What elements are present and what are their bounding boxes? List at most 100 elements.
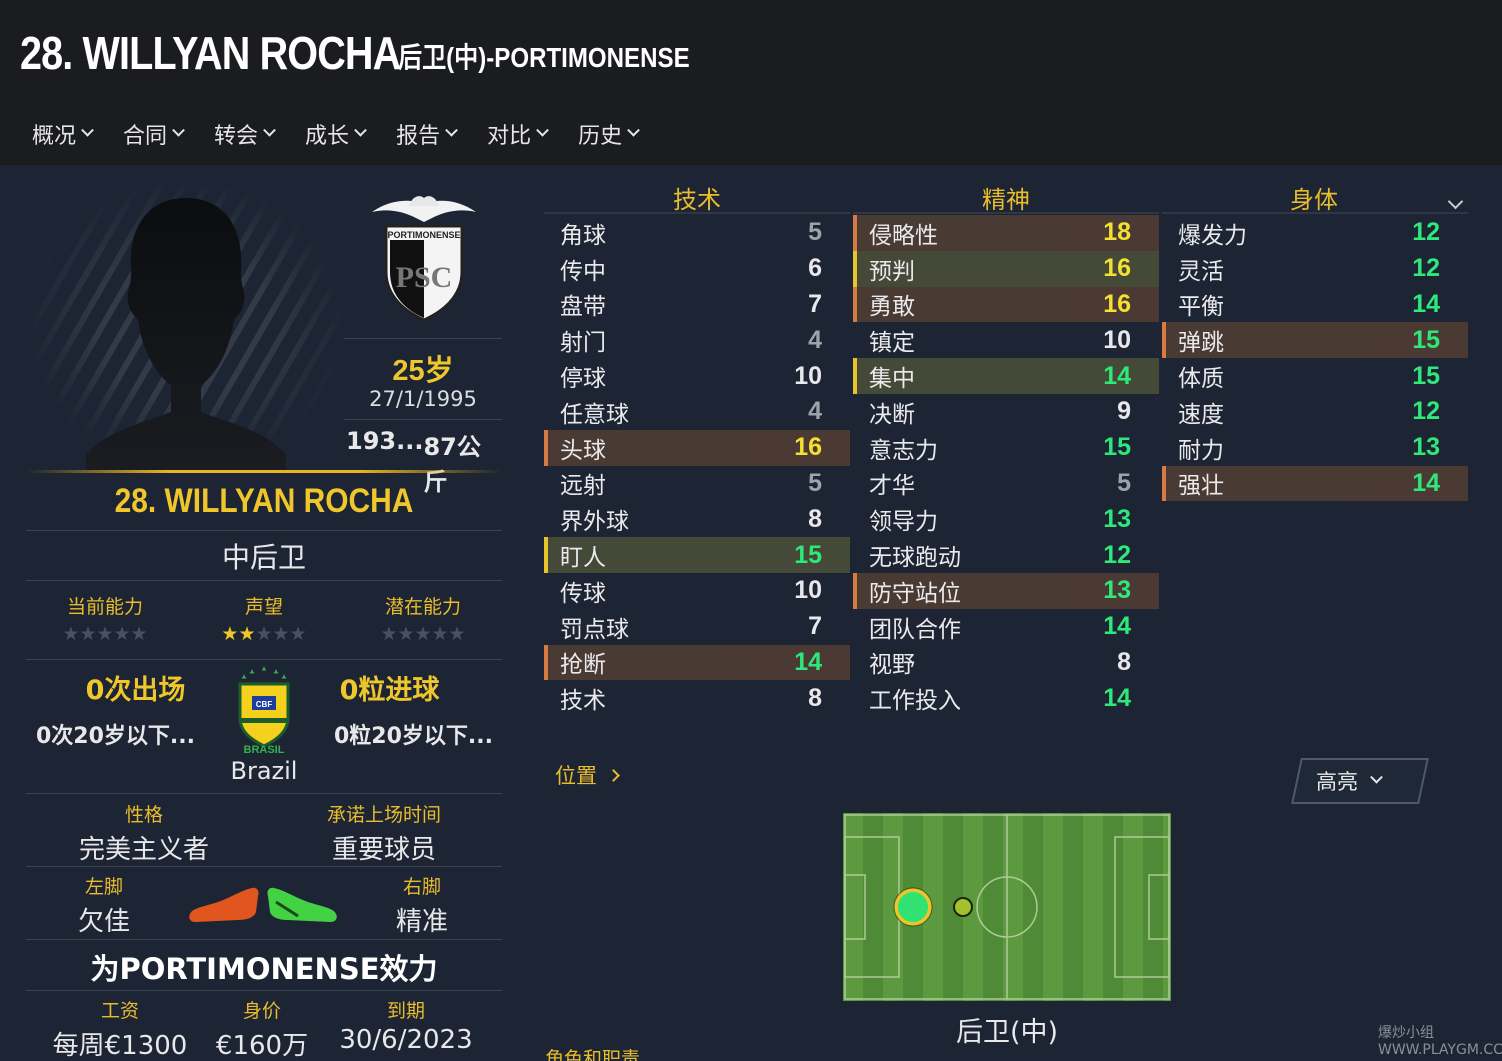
attribute-row[interactable]: 侵略性 18 xyxy=(853,215,1159,251)
header-underline xyxy=(853,212,1159,214)
nav-compare[interactable]: 对比 xyxy=(487,118,549,150)
attribute-row[interactable]: 团队合作 14 xyxy=(853,609,1159,645)
divider xyxy=(344,419,502,420)
attribute-value: 14 xyxy=(794,647,822,676)
divider xyxy=(26,793,502,794)
attribute-row[interactable]: 弹跳 15 xyxy=(1162,322,1468,359)
divider xyxy=(26,939,502,940)
attribute-row[interactable]: 体质 15 xyxy=(1162,358,1468,394)
highlight-dropdown-label[interactable]: 高亮 xyxy=(1316,766,1383,796)
nav-reports[interactable]: 报告 xyxy=(396,118,458,150)
attribute-row[interactable]: 决断 9 xyxy=(853,394,1159,430)
attribute-name: 强壮 xyxy=(1178,473,1224,500)
attribute-value: 7 xyxy=(808,612,822,641)
header-underline xyxy=(544,212,850,214)
attribute-value: 4 xyxy=(808,325,822,354)
nav-label: 对比 xyxy=(487,124,532,149)
attribute-row[interactable]: 预判 16 xyxy=(853,250,1159,287)
boots-icon xyxy=(189,887,337,922)
physical-attributes: 爆发力 12 灵活 12 平衡 14 弹跳 15 体质 15 速度 12 耐力 13 强壮 14 xyxy=(1162,215,1468,502)
attribute-row[interactable]: 任意球 4 xyxy=(544,394,850,430)
attribute-name: 弹跳 xyxy=(1178,330,1224,357)
chevron-down-icon xyxy=(172,123,185,137)
divider xyxy=(26,866,502,867)
nav-development[interactable]: 成长 xyxy=(305,118,367,150)
attribute-name: 耐力 xyxy=(1178,437,1224,464)
divider xyxy=(26,659,502,660)
attribute-name: 侵略性 xyxy=(869,222,938,249)
technical-attributes: 角球 5 传中 6 盘带 7 射门 4 停球 10 任意球 4 头球 16 远射 5 界外球 8 盯人 15 传球 10 罚… xyxy=(544,215,850,716)
attribute-row[interactable]: 无球跑动 12 xyxy=(853,537,1159,573)
right-foot-label: 右脚 xyxy=(402,876,441,898)
attribute-row[interactable]: 盯人 15 xyxy=(544,537,850,573)
position-pitch xyxy=(843,813,1171,1001)
divider xyxy=(26,530,502,531)
attribute-name: 意志力 xyxy=(869,437,938,464)
attribute-value: 13 xyxy=(1412,433,1440,462)
attribute-value: 7 xyxy=(808,289,822,318)
attribute-row[interactable]: 速度 12 xyxy=(1162,394,1468,430)
attribute-row[interactable]: 抢断 14 xyxy=(544,644,850,681)
attribute-row[interactable]: 技术 8 xyxy=(544,680,850,716)
attribute-row[interactable]: 勇敢 16 xyxy=(853,286,1159,323)
attribute-name: 盯人 xyxy=(560,545,606,572)
attribute-row[interactable]: 视野 8 xyxy=(853,645,1159,681)
player-card: PORTIMONENSE PSC 25岁 27/1/1995 193... 87… xyxy=(26,180,502,1061)
attribute-name: 平衡 xyxy=(1178,294,1224,321)
attribute-row[interactable]: 集中 14 xyxy=(853,358,1159,394)
attribute-value: 5 xyxy=(808,218,822,247)
value-value: €160万 xyxy=(215,1031,309,1061)
attribute-name: 远射 xyxy=(560,473,606,500)
chevron-down-icon xyxy=(536,123,549,137)
positions-link-label: 位置 xyxy=(555,764,597,788)
attribute-name: 爆发力 xyxy=(1178,222,1247,249)
playing-time: 承诺上场时间 重要球员 xyxy=(266,800,502,866)
attribute-row[interactable]: 灵活 12 xyxy=(1162,251,1468,287)
attribute-row[interactable]: 防守站位 13 xyxy=(853,572,1159,609)
attribute-row[interactable]: 停球 10 xyxy=(544,358,850,394)
positions-link[interactable]: 位置 xyxy=(555,760,620,790)
attribute-name: 预判 xyxy=(869,258,915,285)
left-foot-value: 欠佳 xyxy=(77,907,130,937)
nav-transfer[interactable]: 转会 xyxy=(214,118,276,150)
attribute-row[interactable]: 界外球 8 xyxy=(544,501,850,537)
star-rating: ★★★★★ xyxy=(380,623,466,645)
attribute-row[interactable]: 爆发力 12 xyxy=(1162,215,1468,251)
personality-label: 性格 xyxy=(124,804,163,826)
potential-ability: 潜在能力 ★★★★★ xyxy=(344,592,502,645)
attribute-value: 8 xyxy=(808,504,822,533)
attribute-row[interactable]: 角球 5 xyxy=(544,215,850,251)
attribute-name: 工作投入 xyxy=(869,688,961,715)
attribute-value: 8 xyxy=(808,683,822,712)
chevron-down-icon xyxy=(354,123,367,137)
attribute-row[interactable]: 罚点球 7 xyxy=(544,609,850,645)
attribute-row[interactable]: 远射 5 xyxy=(544,466,850,502)
divider xyxy=(26,990,502,991)
nav-history[interactable]: 历史 xyxy=(578,118,640,150)
attribute-row[interactable]: 头球 16 xyxy=(544,429,850,466)
attribute-row[interactable]: 领导力 13 xyxy=(853,501,1159,537)
attribute-row[interactable]: 强壮 14 xyxy=(1162,465,1468,502)
attribute-row[interactable]: 射门 4 xyxy=(544,322,850,358)
attribute-row[interactable]: 平衡 14 xyxy=(1162,287,1468,323)
nav-contract[interactable]: 合同 xyxy=(123,118,185,150)
attribute-value: 15 xyxy=(1412,361,1440,390)
attribute-row[interactable]: 盘带 7 xyxy=(544,287,850,323)
attribute-row[interactable]: 工作投入 14 xyxy=(853,680,1159,716)
flag-badge-text: CBF xyxy=(256,700,273,709)
right-foot-value: 精准 xyxy=(395,907,448,937)
attribute-name: 盘带 xyxy=(560,294,606,321)
nav-overview[interactable]: 概况 xyxy=(32,118,94,150)
potential-ability-label: 潜在能力 xyxy=(384,596,461,618)
divider xyxy=(26,580,502,581)
attribute-value: 12 xyxy=(1412,397,1440,426)
attribute-value: 14 xyxy=(1103,612,1131,641)
attribute-row[interactable]: 意志力 15 xyxy=(853,430,1159,466)
attribute-row[interactable]: 传中 6 xyxy=(544,251,850,287)
attribute-value: 10 xyxy=(1103,325,1131,354)
attribute-row[interactable]: 传球 10 xyxy=(544,573,850,609)
attribute-row[interactable]: 才华 5 xyxy=(853,466,1159,502)
attribute-row[interactable]: 耐力 13 xyxy=(1162,430,1468,466)
attribute-value: 4 xyxy=(808,397,822,426)
attribute-row[interactable]: 镇定 10 xyxy=(853,322,1159,358)
